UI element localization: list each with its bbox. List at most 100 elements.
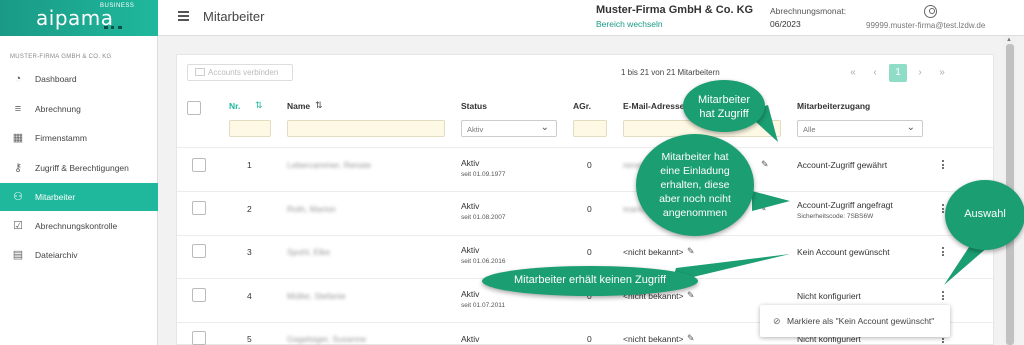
user-email[interactable]: 99999.muster-firma@test.lzdw.de	[866, 21, 985, 30]
row-menu-icon[interactable]	[942, 291, 945, 302]
sidebar-item-dateiarchiv[interactable]: ▤ Dateiarchiv	[0, 241, 158, 269]
annotation-no-access: Mitarbeiter erhält keinen Zugriff	[482, 266, 698, 296]
status-filter-value: Aktiv	[467, 125, 484, 134]
dashboard-icon: ◔	[14, 73, 22, 85]
row-email: <nicht bekannt>	[623, 247, 684, 257]
header-email[interactable]: E-Mail-Adresse	[623, 101, 684, 111]
user-account-icon[interactable]	[924, 5, 937, 18]
row-nr: 2	[247, 204, 252, 214]
menu-icon[interactable]	[178, 11, 189, 21]
connect-accounts-button[interactable]: Accounts verbinden	[187, 64, 293, 81]
pager-last[interactable]: »	[933, 64, 951, 82]
logo[interactable]: aipama BUSINESS	[0, 0, 158, 36]
sidebar-item-label: Firmenstamm	[35, 133, 87, 143]
user-off-icon: ⊘	[773, 316, 781, 326]
row-nr: 1	[247, 160, 252, 170]
scroll-up-arrow[interactable]: ▲	[1006, 37, 1012, 43]
row-email: <nicht bekannt>	[623, 334, 684, 344]
annotation-text: eine Einladung	[660, 165, 730, 177]
row-name[interactable]: Gagelsiger, Susanne	[287, 334, 366, 344]
row-status: Aktiv	[461, 201, 480, 211]
row-checkbox[interactable]	[192, 201, 206, 215]
header-name[interactable]: Name	[287, 101, 310, 111]
edit-pencil-icon[interactable]: ✎	[687, 290, 695, 301]
period-value[interactable]: 06/2023	[770, 19, 801, 29]
status-filter-select[interactable]: Aktiv ⌄	[461, 120, 557, 137]
chevron-down-icon: ⌄	[540, 122, 549, 133]
row-access: Nicht konfiguriert	[797, 291, 861, 301]
row-name[interactable]: Müller, Stefanie	[287, 291, 346, 301]
sidebar-item-label: Abrechnungskontrolle	[35, 221, 118, 231]
row-name[interactable]: Spohl, Elke	[287, 247, 330, 257]
row-access: Kein Account gewünscht	[797, 247, 890, 257]
annotation-text: Mitarbeiter erhält keinen Zugriff	[513, 274, 667, 286]
sidebar-item-abrechnung[interactable]: ≡ Abrechnung	[0, 95, 158, 123]
row-access: Account-Zugriff angefragt	[797, 200, 893, 210]
row-checkbox[interactable]	[192, 288, 206, 302]
agr-filter-input[interactable]	[573, 120, 607, 137]
row-menu-icon[interactable]	[942, 160, 945, 171]
firm-label: MUSTER-FIRMA GMBH & CO. KG	[10, 54, 112, 60]
divider	[177, 235, 995, 236]
divider	[177, 147, 995, 148]
name-filter-input[interactable]	[287, 120, 445, 137]
pager-page-1[interactable]: 1	[889, 64, 907, 82]
sort-filter-icon[interactable]: ⇅	[255, 100, 263, 111]
row-status: Aktiv	[461, 289, 480, 299]
row-status: Aktiv	[461, 158, 480, 168]
row-name[interactable]: Roth, Marion	[287, 204, 336, 214]
row-nr: 3	[247, 247, 252, 257]
sidebar-item-dashboard[interactable]: ◔ Dashboard	[0, 65, 158, 93]
row-nr: 4	[247, 291, 252, 301]
sidebar-item-label: Zugriff & Berechtigungen	[35, 163, 129, 173]
sidebar-item-abrechnungskontrolle[interactable]: ☑ Abrechnungskontrolle	[0, 212, 158, 240]
sidebar-item-firmenstamm[interactable]: ▦ Firmenstamm	[0, 124, 158, 152]
row-since: seit 01.09.1977	[461, 171, 506, 178]
row-access: Account-Zugriff gewährt	[797, 160, 888, 170]
header-status[interactable]: Status	[461, 101, 487, 111]
edit-pencil-icon[interactable]: ✎	[687, 333, 695, 344]
row-name[interactable]: Lebercammer, Renate	[287, 160, 371, 170]
sidebar-item-label: Mitarbeiter	[35, 192, 76, 202]
pager-prev[interactable]: ‹	[866, 64, 884, 82]
row-since: seit 01.07.2011	[461, 302, 505, 309]
logo-business-label: BUSINESS	[100, 3, 135, 9]
edit-pencil-icon[interactable]: ✎	[687, 246, 695, 257]
annotation-text: hat Zugriff	[699, 108, 749, 120]
row-agr: 0	[587, 160, 592, 170]
sidebar-item-zugriff[interactable]: ⚷ Zugriff & Berechtigungen	[0, 154, 158, 182]
pager-next[interactable]: ›	[911, 64, 929, 82]
row-checkbox[interactable]	[192, 158, 206, 172]
row-checkbox[interactable]	[192, 244, 206, 258]
logo-text: aipama	[36, 6, 114, 30]
select-all-checkbox[interactable]	[187, 101, 201, 115]
clipboard-check-icon: ☑	[13, 220, 23, 232]
row-checkbox[interactable]	[192, 331, 206, 345]
edit-pencil-icon[interactable]: ✎	[761, 159, 769, 170]
row-agr: 0	[587, 204, 592, 214]
sidebar-item-label: Dateiarchiv	[35, 250, 78, 260]
access-filter-select[interactable]: Alle ⌄	[797, 120, 923, 137]
period-label: Abrechnungsmonat:	[770, 6, 847, 16]
archive-icon: ▤	[12, 249, 24, 261]
chevron-down-icon: ⌄	[906, 122, 915, 133]
row-menu-icon[interactable]	[942, 247, 945, 258]
page-title: Mitarbeiter	[203, 9, 265, 24]
sort-icon[interactable]: ⇅	[315, 100, 323, 111]
pagination-info: 1 bis 21 von 21 Mitarbeitern	[621, 68, 720, 77]
header-nr[interactable]: Nr.	[229, 101, 240, 111]
people-icon: ⚇	[13, 191, 23, 203]
switch-area-link[interactable]: Bereich wechseln	[596, 19, 663, 29]
header-agr[interactable]: AGr.	[573, 101, 591, 111]
sidebar-item-mitarbeiter[interactable]: ⚇ Mitarbeiter	[0, 183, 158, 211]
header-access[interactable]: Mitarbeiterzugang	[797, 101, 870, 111]
row-status: Aktiv	[461, 334, 480, 344]
employee-table-card: Accounts verbinden 1 bis 21 von 21 Mitar…	[176, 54, 995, 345]
mark-no-account-option[interactable]: Markiere als "Kein Account gewünscht"	[787, 316, 934, 326]
row-status: Aktiv	[461, 245, 480, 255]
sidebar-item-label: Dashboard	[35, 74, 77, 84]
nr-filter-input[interactable]	[229, 120, 271, 137]
edit-pencil-icon[interactable]: ✎	[759, 203, 767, 214]
pager-first[interactable]: «	[844, 64, 862, 82]
annotation-text: Auswahl	[964, 208, 1006, 220]
